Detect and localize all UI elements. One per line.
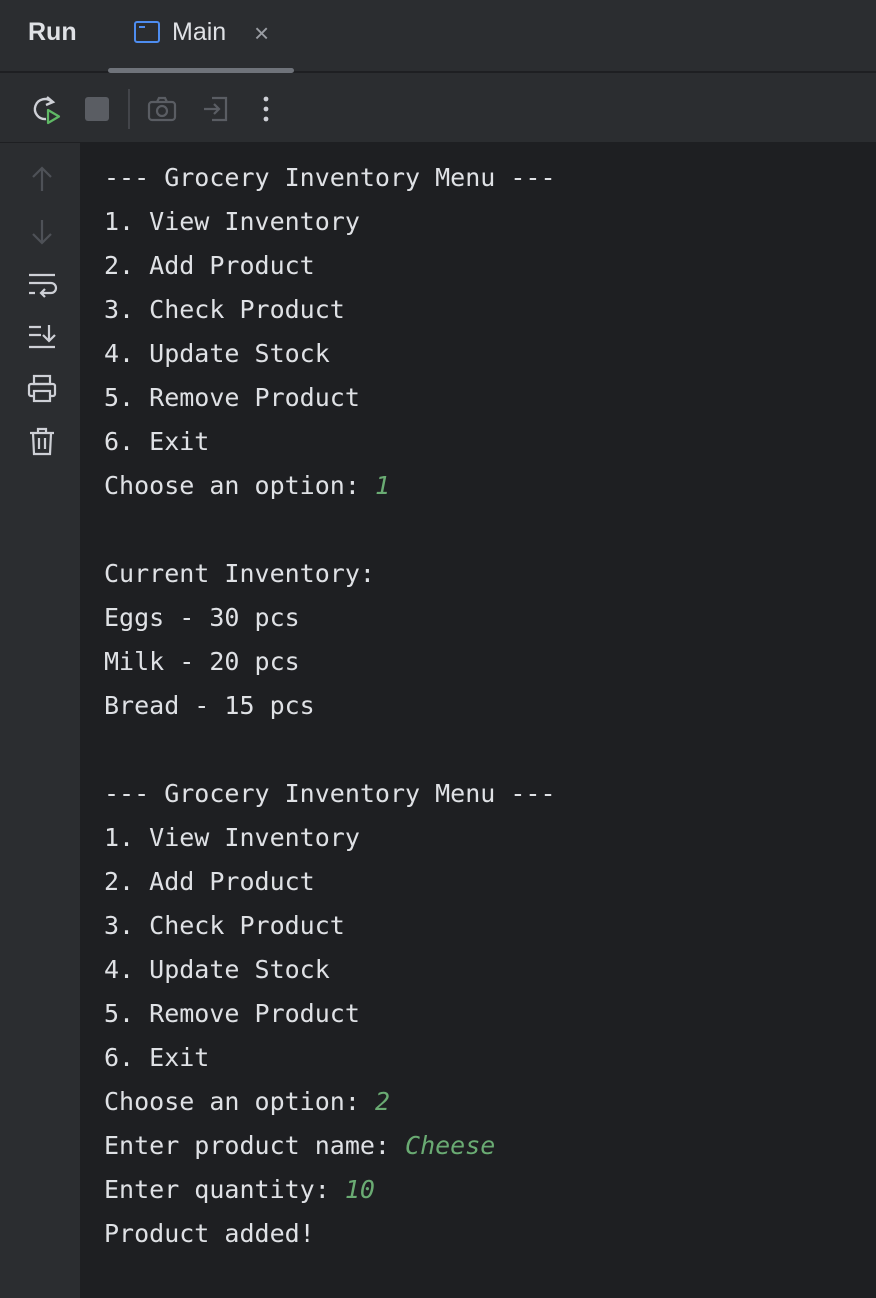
screenshot-icon[interactable] xyxy=(146,93,178,125)
console-line: --- Grocery Inventory Menu --- xyxy=(104,772,556,816)
console-line: 6. Exit xyxy=(104,1036,556,1080)
console-text: --- Grocery Inventory Menu --- xyxy=(104,163,556,192)
console-user-input: 10 xyxy=(344,1175,375,1204)
scroll-to-end-icon[interactable] xyxy=(26,321,58,353)
console-line: 2. Add Product xyxy=(104,244,556,288)
console-text: 5. Remove Product xyxy=(104,999,360,1028)
console-text: Choose an option: xyxy=(104,1087,375,1116)
console-output[interactable]: --- Grocery Inventory Menu --- 1. View In… xyxy=(104,156,556,1256)
console-line: Enter quantity: 10 xyxy=(104,1168,556,1212)
console-text: 6. Exit xyxy=(104,1043,210,1072)
rerun-icon[interactable] xyxy=(30,93,62,125)
console-icon xyxy=(134,21,160,43)
print-icon[interactable] xyxy=(26,373,58,405)
console-line: Enter product name: Cheese xyxy=(104,1124,556,1168)
console-line: Current Inventory: xyxy=(104,552,556,596)
export-icon[interactable] xyxy=(200,93,232,125)
console-text: 3. Check Product xyxy=(104,911,345,940)
console-text: 4. Update Stock xyxy=(104,339,330,368)
console-text: Bread - 15 pcs xyxy=(104,691,315,720)
console-text: Eggs - 30 pcs xyxy=(104,603,300,632)
close-icon[interactable]: × xyxy=(254,18,269,48)
console-text: 1. View Inventory xyxy=(104,823,360,852)
tab-label: Main xyxy=(172,18,227,46)
down-arrow-icon[interactable] xyxy=(26,216,58,248)
console-text: Product added! xyxy=(104,1219,315,1248)
console-text: Choose an option: xyxy=(104,471,375,500)
console-line: Product added! xyxy=(104,1212,556,1256)
console-line: 4. Update Stock xyxy=(104,332,556,376)
console-line: 1. View Inventory xyxy=(104,200,556,244)
trash-icon[interactable] xyxy=(26,425,58,457)
console-line: 2. Add Product xyxy=(104,860,556,904)
console-text: 5. Remove Product xyxy=(104,383,360,412)
console-line: 3. Check Product xyxy=(104,288,556,332)
console-text: Current Inventory: xyxy=(104,559,375,588)
console-line: 5. Remove Product xyxy=(104,992,556,1036)
stop-icon[interactable] xyxy=(82,93,114,125)
more-icon[interactable] xyxy=(250,93,282,125)
console-line: Eggs - 30 pcs xyxy=(104,596,556,640)
console-line: 1. View Inventory xyxy=(104,816,556,860)
console-line: Bread - 15 pcs xyxy=(104,684,556,728)
console-text: Milk - 20 pcs xyxy=(104,647,300,676)
tab-main[interactable]: Main × xyxy=(108,0,294,73)
run-toolbar xyxy=(0,73,876,143)
console-text: 6. Exit xyxy=(104,427,210,456)
console-line: 6. Exit xyxy=(104,420,556,464)
console-user-input: 1 xyxy=(374,471,390,500)
console-line: Milk - 20 pcs xyxy=(104,640,556,684)
console-user-input: 2 xyxy=(374,1087,390,1116)
console-text: Enter product name: xyxy=(104,1131,406,1160)
console-text: 2. Add Product xyxy=(104,867,315,896)
console-line: 4. Update Stock xyxy=(104,948,556,992)
console-text: 4. Update Stock xyxy=(104,955,330,984)
toolbar-separator xyxy=(128,89,130,129)
console-line: Choose an option: 1 xyxy=(104,464,556,508)
console-side-toolbar xyxy=(0,143,80,1298)
run-tool-window-header: Run Main × xyxy=(0,0,876,73)
console-text: 2. Add Product xyxy=(104,251,315,280)
console-line: 3. Check Product xyxy=(104,904,556,948)
console-text: 1. View Inventory xyxy=(104,207,360,236)
soft-wrap-icon[interactable] xyxy=(26,269,58,301)
up-arrow-icon[interactable] xyxy=(26,163,58,195)
console-line: Choose an option: 2 xyxy=(104,1080,556,1124)
console-line: 5. Remove Product xyxy=(104,376,556,420)
console-text: 3. Check Product xyxy=(104,295,345,324)
run-title: Run xyxy=(28,18,77,46)
console-line: --- Grocery Inventory Menu --- xyxy=(104,156,556,200)
console-text: --- Grocery Inventory Menu --- xyxy=(104,779,556,808)
console-text: Enter quantity: xyxy=(104,1175,345,1204)
console-user-input: Cheese xyxy=(405,1131,496,1160)
